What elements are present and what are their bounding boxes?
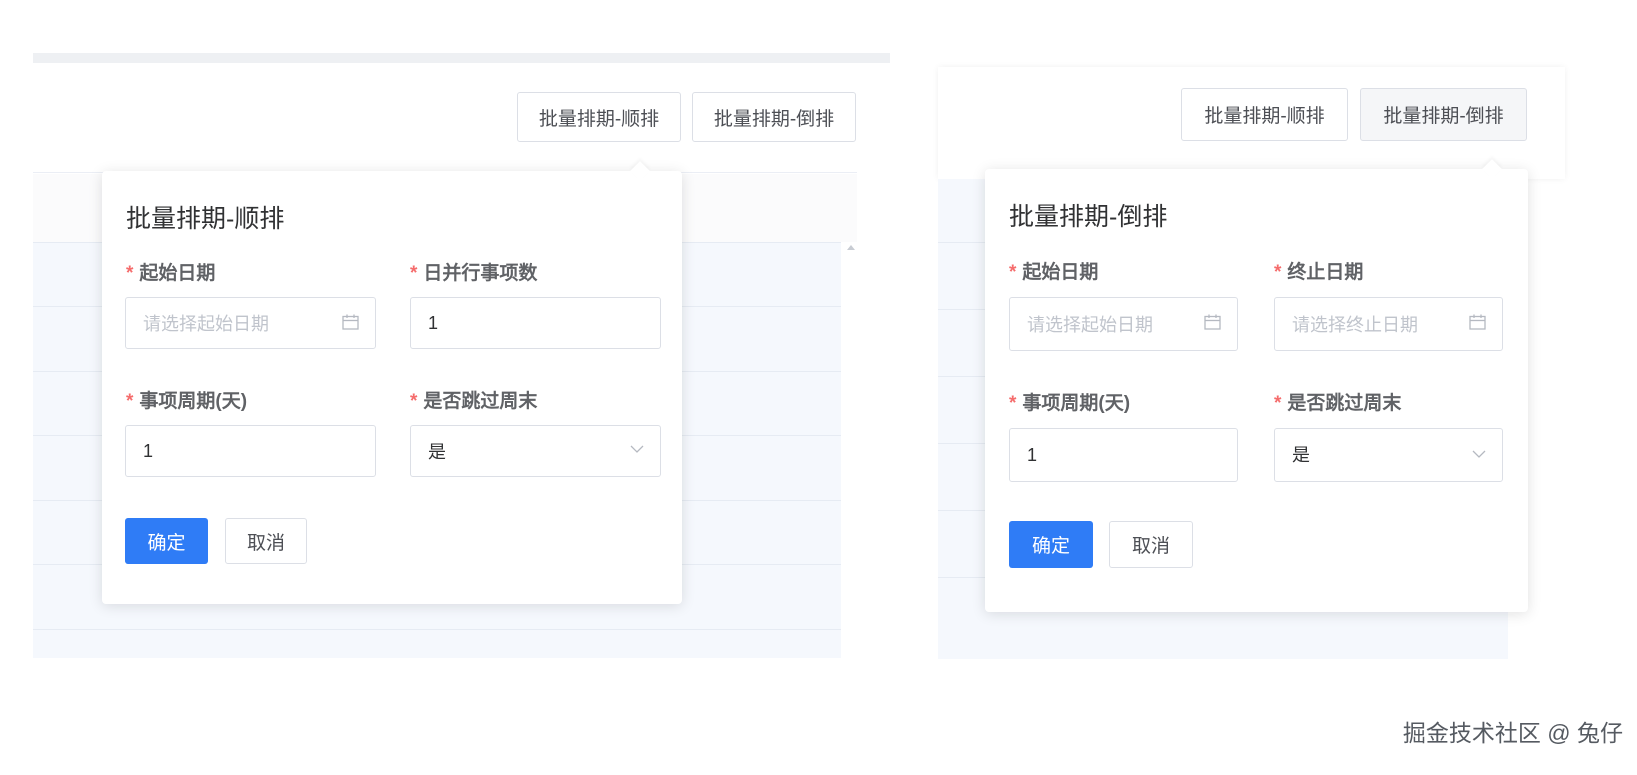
skip-weekend-label: * 是否跳过周末	[410, 391, 538, 412]
cycle-days-value: 1	[1027, 444, 1038, 465]
cycle-days-input[interactable]: 1	[1009, 428, 1238, 482]
batch-schedule-forward-button[interactable]: 批量排期-顺排	[517, 92, 681, 142]
confirm-button[interactable]: 确定	[1009, 521, 1093, 568]
cycle-days-label: * 事项周期(天)	[1009, 393, 1131, 414]
start-date-picker[interactable]: 请选择起始日期	[1009, 297, 1238, 351]
parallel-count-value: 1	[428, 312, 439, 333]
cycle-days-label: * 事项周期(天)	[126, 391, 248, 412]
batch-schedule-reverse-button[interactable]: 批量排期-倒排	[692, 92, 856, 142]
batch-schedule-forward-button[interactable]: 批量排期-顺排	[1181, 88, 1348, 141]
chevron-down-icon	[1472, 450, 1486, 458]
skip-weekend-label: * 是否跳过周末	[1274, 393, 1402, 414]
skip-weekend-value: 是	[1292, 445, 1310, 465]
skip-weekend-select[interactable]: 是	[1274, 428, 1503, 482]
cancel-button[interactable]: 取消	[1109, 521, 1193, 568]
required-mark: *	[1274, 393, 1282, 414]
required-mark: *	[1009, 393, 1017, 414]
required-mark: *	[410, 391, 418, 412]
batch-schedule-reverse-button[interactable]: 批量排期-倒排	[1360, 88, 1527, 141]
parallel-count-input[interactable]: 1	[410, 297, 661, 349]
required-mark: *	[126, 263, 134, 284]
cycle-days-input[interactable]: 1	[125, 425, 376, 477]
cancel-button[interactable]: 取消	[225, 518, 307, 564]
start-date-placeholder: 请选择起始日期	[143, 314, 269, 334]
watermark: 掘金技术社区 @ 兔仔	[1402, 720, 1623, 746]
required-mark: *	[1009, 262, 1017, 283]
left-top-strip	[33, 53, 890, 63]
parallel-count-label: * 日并行事项数	[410, 263, 538, 284]
start-date-label: * 起始日期	[1009, 262, 1099, 283]
end-date-picker[interactable]: 请选择终止日期	[1274, 297, 1503, 351]
end-date-placeholder: 请选择终止日期	[1292, 315, 1418, 335]
start-date-picker[interactable]: 请选择起始日期	[125, 297, 376, 349]
calendar-icon	[1469, 314, 1486, 330]
required-mark: *	[1274, 262, 1282, 283]
start-date-placeholder: 请选择起始日期	[1027, 315, 1153, 335]
calendar-icon	[342, 314, 359, 330]
required-mark: *	[126, 391, 134, 412]
scrollbar-up-arrow[interactable]	[847, 245, 855, 250]
confirm-button[interactable]: 确定	[125, 518, 208, 564]
table-row-divider	[33, 629, 841, 630]
popover-title: 批量排期-顺排	[126, 205, 285, 233]
reverse-schedule-popover: 批量排期-倒排 * 起始日期 请选择起始日期 * 终止日期 请选择终止日期 * 事项周…	[985, 159, 1528, 612]
skip-weekend-select[interactable]: 是	[410, 425, 661, 477]
calendar-icon	[1204, 314, 1221, 330]
cycle-days-value: 1	[143, 440, 154, 461]
chevron-down-icon	[630, 445, 644, 453]
forward-schedule-popover: 批量排期-顺排 * 起始日期 请选择起始日期 * 日并行事项数 1 * 事项周期(天)…	[102, 161, 682, 604]
required-mark: *	[410, 263, 418, 284]
start-date-label: * 起始日期	[126, 263, 216, 284]
skip-weekend-value: 是	[428, 442, 446, 462]
popover-title: 批量排期-倒排	[1009, 203, 1168, 231]
end-date-label: * 终止日期	[1274, 262, 1364, 283]
